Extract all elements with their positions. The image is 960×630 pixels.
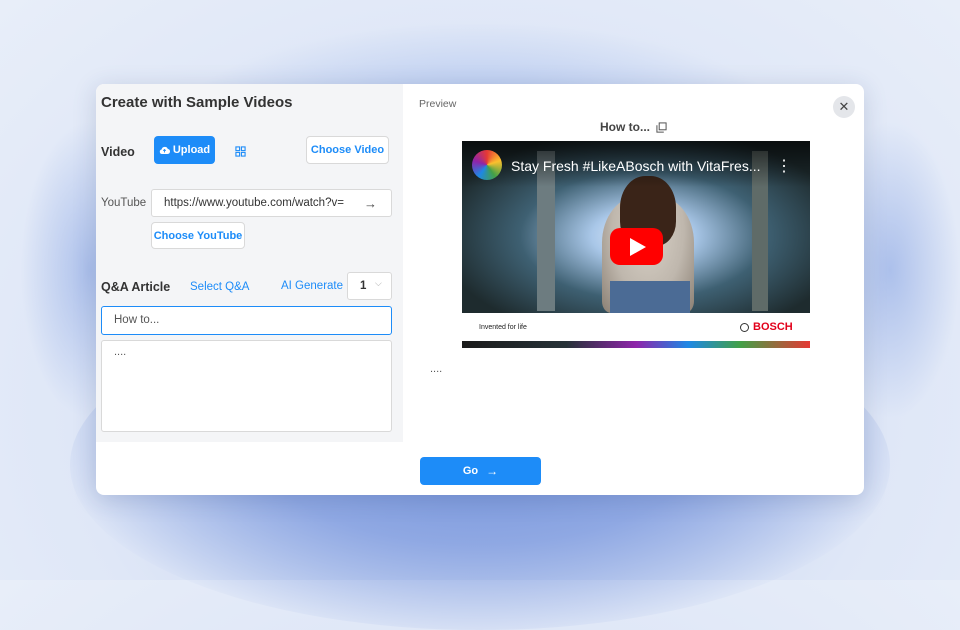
grid-icon[interactable] [235,144,246,162]
answer-value: .... [114,346,127,358]
arrow-right-icon[interactable]: → [364,196,377,211]
close-icon[interactable]: ✕ [833,96,855,118]
choose-video-button[interactable]: Choose Video [306,136,389,164]
youtube-video-player[interactable]: Stay Fresh #LikeABosch with VitaFres... … [462,141,810,348]
arrow-right-icon: → [486,464,499,478]
go-button-label: Go [462,465,479,477]
go-button[interactable]: Go → [420,457,541,485]
youtube-url-value: https://www.youtube.com/watch?v= [164,197,344,209]
bosch-logo-icon [740,322,749,332]
upload-button-label: Upload [172,144,211,156]
create-with-sample-videos-dialog: Create with Sample Videos Video Upload C… [96,84,864,495]
dialog-title: Create with Sample Videos [101,94,293,111]
select-qa-link[interactable]: Select Q&A [190,281,249,293]
youtube-url-field[interactable]: https://www.youtube.com/watch?v= → [151,189,392,217]
play-icon[interactable] [610,228,663,265]
question-value: How to... [114,314,160,326]
preview-heading: How to... [600,120,667,134]
answer-textarea[interactable]: .... [101,340,392,432]
preview-heading-text: How to... [600,120,650,134]
video-title[interactable]: Stay Fresh #LikeABosch with VitaFres... [511,158,761,174]
choose-youtube-button[interactable]: Choose YouTube [151,222,245,249]
qa-article-label: Q&A Article [101,280,171,294]
cloud-upload-icon [159,146,170,154]
brand-tagline: Invented for life [479,324,527,331]
upload-button[interactable]: Upload [154,136,215,164]
brand-logo: BOSCH [740,321,793,333]
count-value: 1 [360,280,367,292]
ai-generate-link[interactable]: AI Generate [281,280,343,292]
chevron-down-icon: ⌵ [375,278,382,288]
input-panel: Create with Sample Videos Video Upload C… [96,84,403,442]
question-input[interactable]: How to... [101,306,392,335]
count-select[interactable]: 1 ⌵ [347,272,392,300]
brand-name: BOSCH [753,321,793,333]
more-vertical-icon[interactable]: ⋮ [776,156,792,176]
video-label: Video [101,145,135,159]
preview-label: Preview [419,98,457,110]
youtube-label: YouTube [101,197,147,209]
channel-avatar[interactable] [472,150,502,180]
copy-icon[interactable] [656,121,667,133]
preview-answer-text: .... [430,363,443,375]
